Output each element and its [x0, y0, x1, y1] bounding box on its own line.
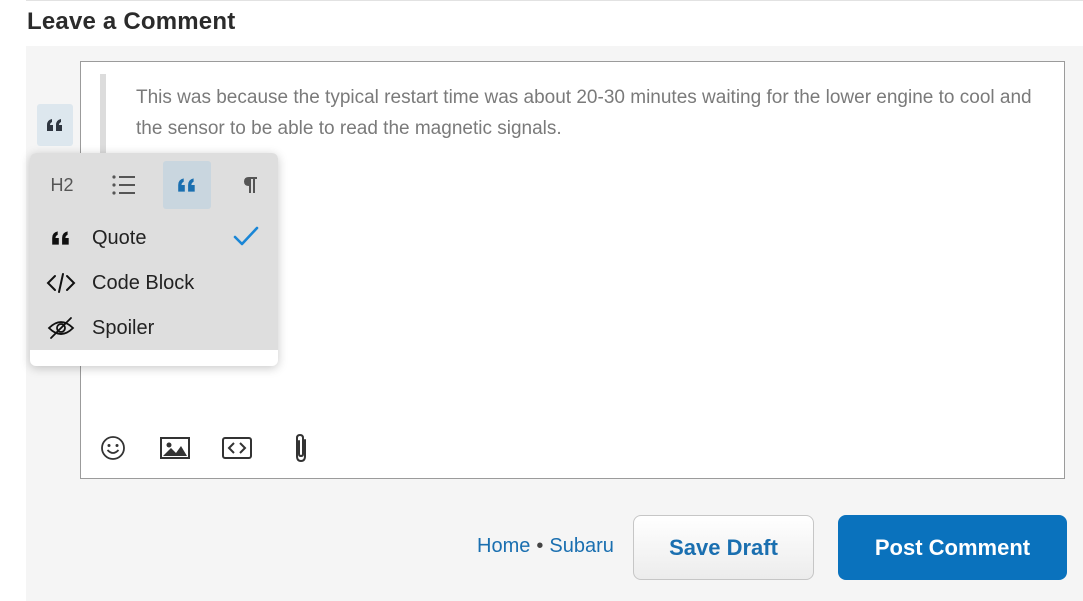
- image-icon: [160, 437, 190, 459]
- heading-icon: H2: [50, 174, 74, 195]
- block-format-menu: H2 Quote Code Block Spoiler: [30, 153, 278, 366]
- quote-icon: [47, 119, 62, 131]
- paragraph-icon: [244, 177, 257, 193]
- top-divider: [26, 0, 1083, 1]
- code-icon-wrap: [46, 271, 76, 295]
- quote-block-button[interactable]: [37, 104, 73, 146]
- menu-item-quote[interactable]: Quote: [30, 216, 278, 260]
- checkmark-icon: [233, 226, 259, 246]
- code-inline-icon: [222, 437, 252, 459]
- list-button[interactable]: [100, 161, 148, 209]
- blockquote-text[interactable]: This was because the typical restart tim…: [136, 82, 1051, 144]
- paragraph-button[interactable]: [226, 161, 274, 209]
- section-heading: Leave a Comment: [27, 8, 236, 35]
- heading-2-button[interactable]: H2: [38, 161, 86, 209]
- format-row: H2: [30, 161, 278, 209]
- eye-off-icon: [47, 317, 75, 339]
- post-comment-button[interactable]: Post Comment: [838, 515, 1067, 580]
- block-format-menu-body: H2 Quote Code Block Spoiler: [30, 153, 278, 350]
- save-draft-button[interactable]: Save Draft: [633, 515, 814, 580]
- list-icon: [112, 175, 135, 195]
- insert-code-button[interactable]: [219, 429, 255, 467]
- emoji-icon: [101, 436, 125, 460]
- menu-item-spoiler[interactable]: Spoiler: [30, 306, 278, 350]
- blockquote-bar: [100, 74, 106, 156]
- breadcrumb-home-link[interactable]: Home: [477, 535, 530, 557]
- emoji-button[interactable]: [95, 429, 131, 467]
- quote-icon: [52, 231, 69, 245]
- menu-item-code-block[interactable]: Code Block: [30, 261, 278, 305]
- breadcrumb-separator: •: [536, 535, 544, 557]
- quote-icon: [178, 178, 195, 192]
- quote-icon-wrap: [46, 226, 76, 250]
- menu-item-label: Spoiler: [92, 317, 155, 339]
- breadcrumb-subaru-link[interactable]: Subaru: [549, 535, 614, 557]
- insert-image-button[interactable]: [157, 429, 193, 467]
- attach-file-button[interactable]: [283, 429, 319, 467]
- attachment-icon: [296, 433, 306, 463]
- menu-item-label: Quote: [92, 227, 147, 249]
- quote-format-button[interactable]: [163, 161, 211, 209]
- breadcrumb: Home • Subaru: [477, 535, 614, 558]
- code-icon: [46, 273, 76, 293]
- eye-off-icon-wrap: [46, 316, 76, 340]
- menu-item-label: Code Block: [92, 272, 195, 294]
